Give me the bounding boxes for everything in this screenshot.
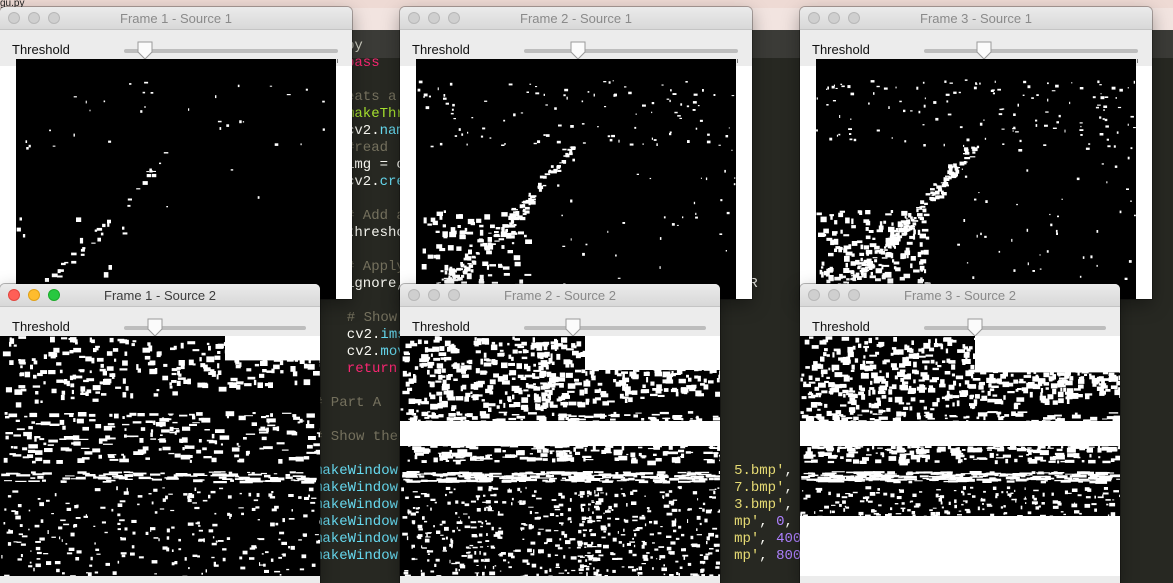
- code-token: makeWindow: [314, 514, 399, 530]
- code-token: makeWindow: [314, 548, 399, 564]
- threshold-slider-track[interactable]: [924, 49, 1138, 53]
- code-token: mp': [734, 514, 760, 530]
- code-token: ,: [784, 497, 802, 513]
- code-token: cv2.: [330, 344, 381, 360]
- threshold-slider-track[interactable]: [524, 49, 738, 53]
- code-token: # Show: [330, 310, 398, 326]
- threshold-image: [400, 336, 720, 576]
- code-token: mp': [734, 548, 760, 564]
- code-line: # Part A: [314, 395, 381, 412]
- code-token: 7.bmp': [734, 480, 785, 496]
- code-line: #read: [346, 140, 388, 157]
- code-token: 3.bmp': [734, 497, 785, 513]
- threshold-image: [800, 336, 1120, 576]
- code-token: #read: [346, 140, 389, 156]
- code-token: 800: [776, 548, 802, 564]
- code-token: 400: [776, 531, 802, 547]
- code-token: ,: [759, 531, 777, 547]
- window-titlebar[interactable]: Frame 3 - Source 2: [800, 284, 1120, 307]
- code-line: cv2.nam: [346, 123, 405, 140]
- code-line: return: [330, 361, 397, 378]
- code-token: # Show the: [314, 429, 399, 445]
- code-token: makeWindow: [314, 463, 399, 479]
- trackbar-label: Threshold: [812, 42, 870, 57]
- code-token: thresho: [346, 225, 405, 241]
- window-title: Frame 3 - Source 1: [920, 11, 1032, 26]
- threshold-slider-thumb[interactable]: [137, 41, 153, 60]
- code-token: # Add a: [346, 208, 405, 224]
- window-title: Frame 1 - Source 1: [120, 11, 232, 26]
- threshold-slider-track[interactable]: [924, 326, 1106, 330]
- code-line: cv2.ims: [330, 327, 406, 344]
- code-line: # Apply: [346, 259, 405, 276]
- code-line: thresho: [346, 225, 405, 242]
- threshold-image: [416, 59, 736, 299]
- threshold-image: [16, 59, 336, 299]
- window-frame-3-source-2[interactable]: Frame 3 - Source 2 Threshold: [800, 284, 1120, 583]
- window-title: Frame 2 - Source 1: [520, 11, 632, 26]
- window-title: Frame 1 - Source 2: [104, 288, 216, 303]
- window-titlebar[interactable]: Frame 2 - Source 2: [400, 284, 720, 307]
- trackbar-label: Threshold: [812, 319, 870, 334]
- threshold-image: [816, 59, 1136, 299]
- code-token: ,: [784, 514, 802, 530]
- threshold-slider-track[interactable]: [524, 326, 706, 330]
- image-canvas: [417, 80, 736, 299]
- window-titlebar[interactable]: Frame 3 - Source 1: [800, 7, 1152, 30]
- image-canvas: [816, 79, 1136, 299]
- code-line: makeThr: [346, 106, 405, 123]
- window-titlebar[interactable]: Frame 2 - Source 1: [400, 7, 752, 30]
- window-frame-1-source-2[interactable]: Frame 1 - Source 2 Threshold: [0, 284, 320, 583]
- code-token: return: [330, 361, 398, 377]
- code-token: 5.bmp': [734, 463, 785, 479]
- code-token: ,: [784, 480, 802, 496]
- threshold-slider-thumb[interactable]: [570, 41, 586, 60]
- code-line: cv2.mov: [330, 344, 406, 361]
- code-token: # Apply: [346, 259, 405, 275]
- window-frame-2-source-2[interactable]: Frame 2 - Source 2 Threshold: [400, 284, 720, 583]
- code-token: 0: [776, 514, 785, 530]
- code-token: cv2.: [330, 327, 381, 343]
- code-token: ,: [759, 514, 777, 530]
- image-canvas: [1, 336, 320, 576]
- window-titlebar[interactable]: Frame 1 - Source 2: [0, 284, 320, 307]
- code-token: # Part A: [314, 395, 382, 411]
- code-line: # Show the: [314, 429, 398, 446]
- code-token: mp': [734, 531, 760, 547]
- window-frame-3-source-1[interactable]: Frame 3 - Source 1 Threshold: [800, 7, 1152, 299]
- code-line: # Add a: [346, 208, 405, 225]
- code-line: cv2.cre: [346, 174, 405, 191]
- trackbar-label: Threshold: [412, 42, 470, 57]
- threshold-slider-thumb[interactable]: [967, 318, 983, 337]
- threshold-slider-thumb[interactable]: [976, 41, 992, 60]
- code-token: ignore,: [346, 276, 405, 292]
- code-token: ,: [784, 463, 802, 479]
- code-token: makeThr: [346, 106, 405, 122]
- threshold-slider-thumb[interactable]: [147, 318, 163, 337]
- code-token: img = c: [346, 157, 405, 173]
- window-frame-2-source-1[interactable]: Frame 2 - Source 1 Threshold: [400, 7, 752, 299]
- window-frame-1-source-1[interactable]: Frame 1 - Source 1 Threshold: [0, 7, 352, 299]
- trackbar-label: Threshold: [12, 319, 70, 334]
- threshold-slider-thumb[interactable]: [565, 318, 581, 337]
- code-token: makeWindow: [314, 497, 399, 513]
- code-token: makeWindow: [314, 531, 399, 547]
- trackbar-label: Threshold: [412, 319, 470, 334]
- trackbar-label: Threshold: [12, 42, 70, 57]
- threshold-image: [0, 336, 320, 576]
- code-line: eats a: [346, 89, 396, 106]
- image-canvas: [800, 336, 1120, 576]
- window-title: Frame 2 - Source 2: [504, 288, 616, 303]
- code-token: eats a: [346, 89, 397, 105]
- code-line: # Show: [330, 310, 397, 327]
- image-canvas: [16, 81, 325, 296]
- window-titlebar[interactable]: Frame 1 - Source 1: [0, 7, 352, 30]
- code-token: ,: [759, 548, 777, 564]
- code-token: makeWindow: [314, 480, 399, 496]
- image-canvas: [400, 336, 720, 576]
- window-title: Frame 3 - Source 2: [904, 288, 1016, 303]
- threshold-slider-track[interactable]: [124, 49, 338, 53]
